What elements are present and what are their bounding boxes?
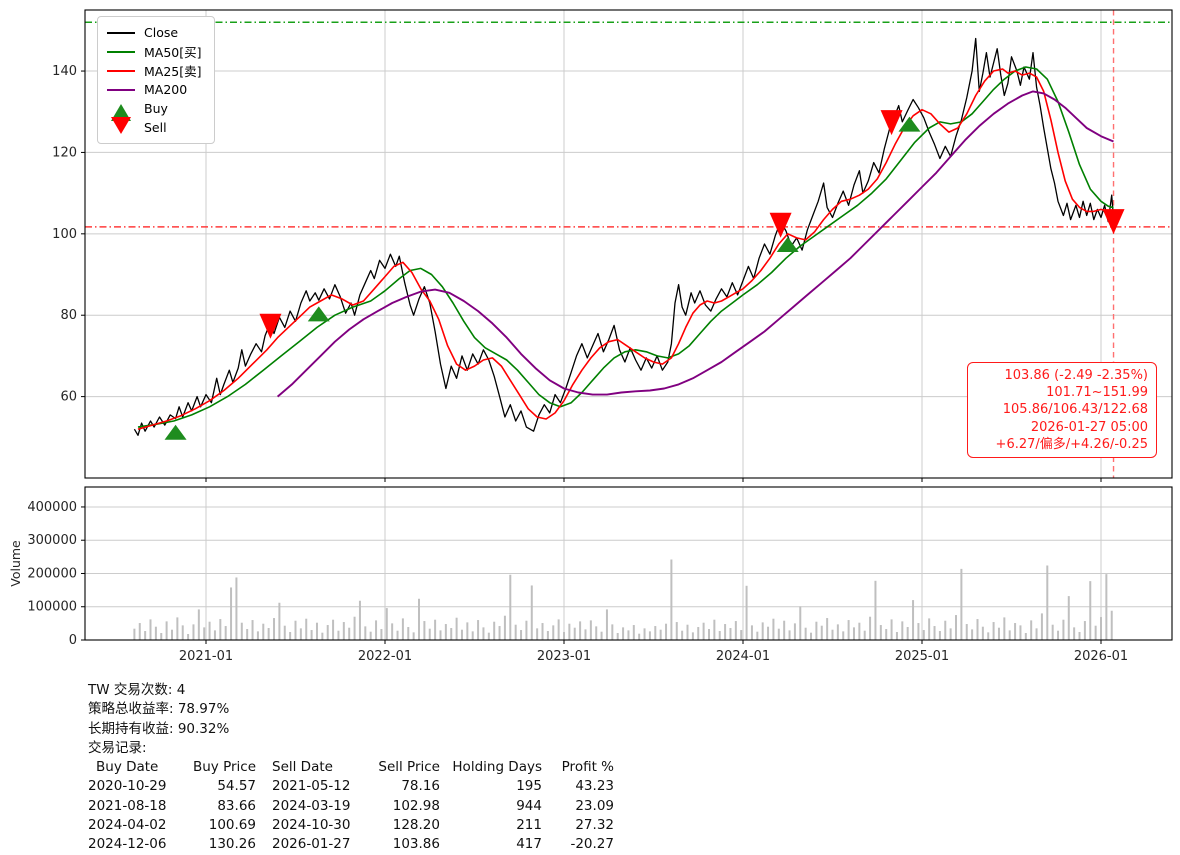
svg-text:Volume: Volume — [8, 540, 23, 587]
trade-cell: 103.86 — [392, 836, 440, 853]
price-annotation-box: 103.86 (-2.49 -2.35%) 101.71~151.99 105.… — [967, 362, 1157, 459]
trade-col-header: Sell Price — [378, 759, 440, 776]
legend-label: Buy — [144, 101, 168, 116]
trade-cell: 128.20 — [392, 817, 440, 834]
legend-item-buy: Buy — [106, 99, 202, 121]
trade-cell: 2024-03-19 — [272, 797, 351, 814]
legend-label: MA25[卖] — [144, 64, 202, 79]
trade-cell: 2024-12-06 — [88, 836, 167, 853]
buy-marker — [164, 424, 187, 440]
svg-text:2022-01: 2022-01 — [358, 649, 412, 664]
trade-cell: 2020-10-29 — [88, 778, 167, 795]
trade-cell: 417 — [516, 836, 542, 853]
trade-cell: 43.23 — [575, 778, 614, 795]
trade-cell: 54.57 — [217, 778, 256, 795]
trade-history-table: Buy Date Buy Price Sell Date Sell Price Hold… — [88, 758, 614, 854]
series-MA200 — [276, 90, 1114, 398]
sell-triangle-icon — [106, 117, 136, 138]
trade-cell: 23.09 — [575, 797, 614, 814]
svg-text:100000: 100000 — [27, 600, 77, 615]
close-line-swatch — [106, 31, 136, 34]
legend-item-sell: Sell — [106, 117, 202, 138]
svg-text:2025-01: 2025-01 — [895, 649, 949, 664]
trade-row: 2020-10-29 54.57 2021-05-12 78.16 195 43.23 — [88, 777, 614, 796]
trade-cell: 2026-01-27 — [272, 836, 351, 853]
svg-text:80: 80 — [60, 308, 77, 323]
trade-record-title: 交易记录: — [88, 739, 147, 756]
hold-return-line: 长期持有收益: 90.32% — [88, 720, 230, 737]
svg-text:0: 0 — [69, 633, 77, 648]
sell-marker — [1102, 209, 1125, 235]
annot-line-signal: +6.27/偏多/+4.26/-0.25 — [995, 436, 1148, 452]
annot-line-price: 103.86 (-2.49 -2.35%) — [1004, 368, 1148, 383]
legend-item-ma25: MA25[卖] — [106, 61, 202, 80]
buy-marker — [307, 306, 330, 322]
trade-row: 2024-04-02 100.69 2024-10-30 128.20 211 27.32 — [88, 816, 614, 835]
trading-strategy-chart: 60 80 100 120 140 0 100000 200000 300000 400000 20… — [0, 0, 1180, 855]
legend-item-ma50: MA50[买] — [106, 42, 202, 61]
trade-row: 2024-12-06 130.26 2026-01-27 103.86 417 -20.2… — [88, 835, 614, 854]
trade-col-header: Profit % — [561, 759, 614, 776]
svg-text:2021-01: 2021-01 — [179, 649, 233, 664]
svg-text:2023-01: 2023-01 — [537, 649, 591, 664]
trade-col-header: Buy Date — [96, 759, 159, 776]
trade-cell: 211 — [516, 817, 542, 834]
trade-cell: 2021-05-12 — [272, 778, 351, 795]
trade-cell: 27.32 — [575, 817, 614, 834]
trade-col-header: Buy Price — [192, 759, 256, 776]
svg-text:300000: 300000 — [27, 533, 77, 548]
svg-text:60: 60 — [60, 390, 77, 405]
trade-row: 2021-08-18 83.66 2024-03-19 102.98 944 23.09 — [88, 797, 614, 816]
svg-text:2024-01: 2024-01 — [716, 649, 770, 664]
trade-cell: 130.26 — [208, 836, 256, 853]
trade-col-header: Holding Days — [452, 759, 542, 776]
trade-cell: 195 — [516, 778, 542, 795]
trade-cell: 100.69 — [208, 817, 256, 834]
strategy-return-line: 策略总收益率: 78.97% — [88, 701, 230, 718]
legend-item-close: Close — [106, 23, 202, 42]
trade-cell: 2021-08-18 — [88, 797, 167, 814]
trade-table-header: Buy Date Buy Price Sell Date Sell Price Hold… — [88, 758, 614, 777]
legend-label: Close — [144, 25, 179, 40]
annot-line-range: 101.71~151.99 — [1046, 385, 1148, 401]
sell-marker — [259, 313, 282, 339]
trade-cell: 102.98 — [392, 797, 440, 814]
chart-legend: Close MA50[买] MA25[卖] MA200 Buy Sell — [97, 16, 215, 144]
legend-label: MA50[买] — [144, 45, 202, 60]
svg-text:140: 140 — [52, 64, 77, 79]
strategy-stats: TW 交易次数: 4 策略总收益率: 78.97% 长期持有收益: 90.32%… — [88, 681, 614, 855]
svg-text:100: 100 — [52, 227, 77, 242]
ma25-line-swatch — [106, 69, 136, 72]
legend-label: Sell — [144, 120, 167, 135]
svg-text:200000: 200000 — [27, 566, 77, 581]
svg-text:400000: 400000 — [27, 500, 77, 515]
ma50-line-swatch — [106, 50, 136, 53]
trade-cell: 83.66 — [217, 797, 256, 814]
svg-text:2026-01: 2026-01 — [1074, 649, 1128, 664]
trade-cell: 944 — [516, 797, 542, 814]
annot-line-datetime: 2026-01-27 05:00 — [1030, 419, 1148, 435]
legend-label: MA200 — [144, 82, 188, 97]
trade-cell: 78.16 — [401, 778, 440, 795]
annot-line-mas: 105.86/106.43/122.68 — [1002, 402, 1148, 418]
trade-cell: 2024-10-30 — [272, 817, 351, 834]
trade-cell: -20.27 — [570, 836, 614, 853]
svg-text:120: 120 — [52, 145, 77, 160]
trade-col-header: Sell Date — [272, 759, 333, 776]
trade-count-line: TW 交易次数: 4 — [88, 682, 186, 698]
trade-cell: 2024-04-02 — [88, 817, 167, 834]
ma200-line-swatch — [106, 88, 136, 91]
